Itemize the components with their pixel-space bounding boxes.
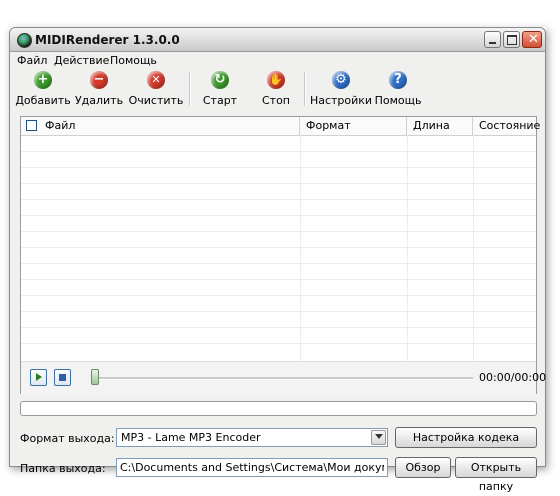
app-icon	[17, 33, 32, 48]
open-folder-button[interactable]: Открыть папку	[455, 457, 537, 493]
settings-button[interactable]: ⚙ Настройки	[309, 69, 373, 109]
help-label: Помощь	[374, 94, 422, 107]
column-length[interactable]: Длина	[407, 117, 473, 135]
column-divider	[473, 135, 474, 361]
menu-action[interactable]: Действие	[54, 54, 109, 67]
table-row	[21, 231, 536, 232]
stop-button[interactable]: ✋ Стоп	[244, 69, 308, 109]
window-body: Файл Действие Помощь + Добавить − Удалит…	[9, 52, 546, 493]
clear-label: Очистить	[128, 94, 184, 107]
table-row	[21, 183, 536, 184]
table-row	[21, 279, 536, 280]
column-file-label: Файл	[45, 119, 76, 132]
start-button[interactable]: ↻ Старт	[188, 69, 252, 109]
play-button[interactable]	[30, 369, 47, 386]
close-button[interactable]: ✕	[522, 31, 542, 48]
help-button[interactable]: ? Помощь	[366, 69, 430, 109]
maximize-icon	[507, 35, 517, 45]
table-row	[21, 215, 536, 216]
settings-label: Настройки	[309, 94, 373, 107]
output-format-label: Формат выхода:	[20, 432, 115, 445]
main-window: MIDIRenderer 1.3.0.0 ✕ Файл Действие Пом…	[9, 27, 546, 493]
output-format-select[interactable]: MP3 - Lame MP3 Encoder	[116, 428, 388, 447]
column-file[interactable]: Файл	[21, 117, 300, 135]
output-folder-field[interactable]	[117, 459, 387, 476]
table-row	[21, 327, 536, 328]
dropdown-arrow-button[interactable]	[371, 430, 386, 445]
progress-bar	[20, 401, 537, 416]
add-button[interactable]: + Добавить	[11, 69, 75, 109]
table-row	[21, 295, 536, 296]
menu-bar: Файл Действие Помощь	[10, 52, 545, 68]
table-row	[21, 343, 536, 344]
stop-icon: ✋	[267, 71, 285, 89]
column-format[interactable]: Формат	[300, 117, 407, 135]
output-format-value: MP3 - Lame MP3 Encoder	[121, 431, 261, 444]
start-icon: ↻	[211, 71, 229, 89]
seek-slider[interactable]	[91, 369, 99, 385]
clear-button[interactable]: ✕ Очистить	[124, 69, 188, 109]
maximize-button[interactable]	[503, 31, 520, 48]
table-header: Файл Формат Длина Состояние	[21, 117, 540, 136]
column-length-label: Длина	[413, 119, 450, 132]
close-icon: ✕	[528, 32, 539, 47]
column-status[interactable]: Состояние	[473, 117, 540, 135]
remove-label: Удалить	[74, 94, 124, 107]
column-format-label: Формат	[306, 119, 351, 132]
toolbar: + Добавить − Удалить ✕ Очистить ↻ Старт …	[10, 69, 545, 109]
menu-file[interactable]: Файл	[17, 54, 47, 67]
menu-help[interactable]: Помощь	[110, 54, 157, 67]
minimize-icon	[489, 42, 496, 44]
clear-icon: ✕	[147, 71, 165, 89]
start-label: Старт	[202, 94, 238, 107]
output-folder-label: Папка выхода:	[20, 462, 106, 475]
table-row	[21, 247, 536, 248]
table-row	[21, 311, 536, 312]
table-row	[21, 167, 536, 168]
column-divider	[407, 135, 408, 361]
settings-icon: ⚙	[332, 71, 350, 89]
add-icon: +	[34, 71, 52, 89]
file-list-panel: Файл Формат Длина Состояние 00:00/00:00	[20, 116, 546, 394]
stop-label: Стоп	[261, 94, 290, 107]
player-bar: 00:00/00:00	[21, 361, 546, 394]
table-row	[21, 199, 536, 200]
select-all-checkbox[interactable]	[26, 120, 37, 131]
stop-playback-button[interactable]	[54, 369, 71, 386]
toolbar-separator	[304, 72, 306, 106]
browse-button[interactable]: Обзор	[395, 457, 451, 478]
help-icon: ?	[389, 71, 407, 89]
play-icon	[36, 373, 42, 381]
remove-icon: −	[90, 71, 108, 89]
codec-settings-button[interactable]: Настройка кодека	[395, 427, 537, 448]
output-folder-field-box	[116, 458, 388, 477]
time-display: 00:00/00:00	[479, 371, 547, 384]
window-title: MIDIRenderer 1.3.0.0	[35, 33, 180, 47]
remove-button[interactable]: − Удалить	[67, 69, 131, 109]
column-status-label: Состояние	[479, 119, 541, 132]
stop-playback-icon	[59, 374, 66, 381]
seek-track[interactable]	[95, 377, 473, 380]
column-divider	[300, 135, 301, 361]
title-bar[interactable]: MIDIRenderer 1.3.0.0 ✕	[9, 27, 546, 52]
chevron-down-icon	[375, 434, 383, 439]
add-label: Добавить	[15, 94, 71, 107]
minimize-button[interactable]	[484, 31, 501, 48]
table-row	[21, 151, 536, 152]
table-row	[21, 263, 536, 264]
